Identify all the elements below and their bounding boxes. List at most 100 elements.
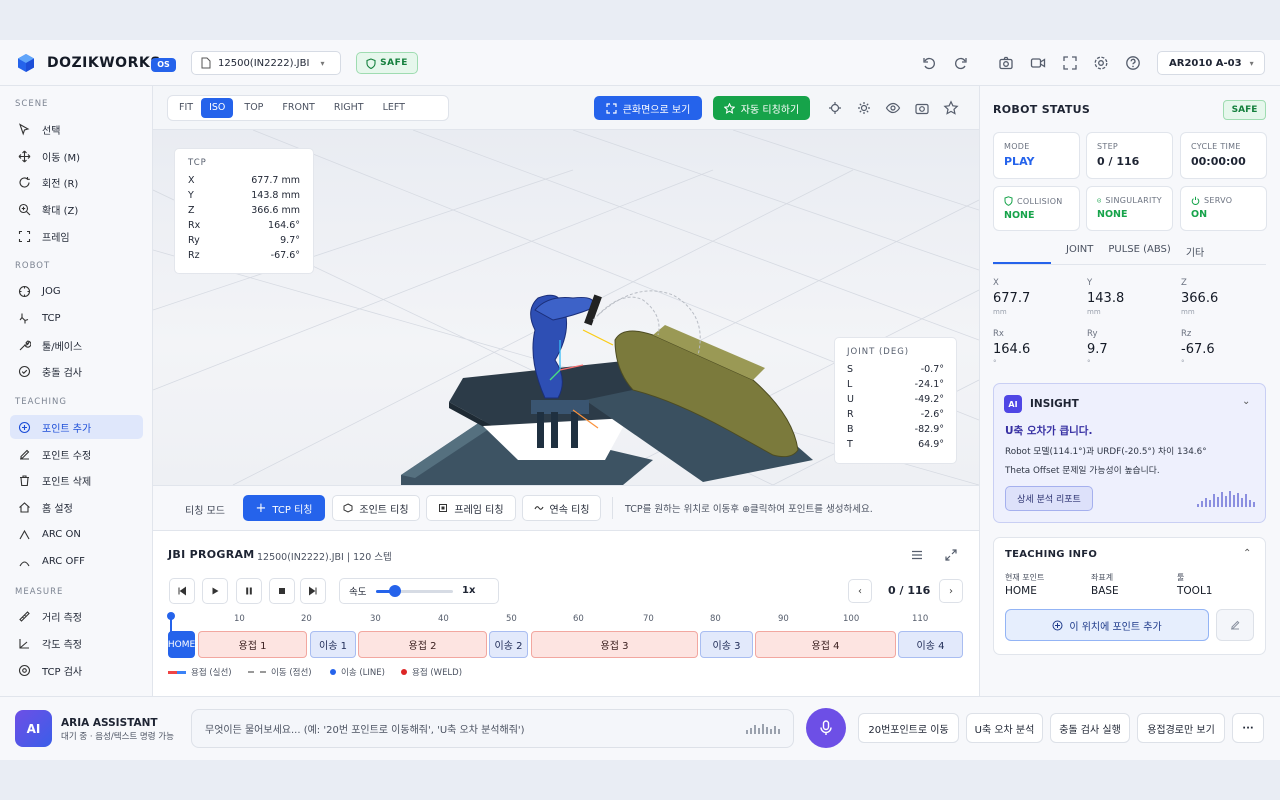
sidebar-item-select[interactable]: 선택 xyxy=(10,117,143,141)
sidebar-item-arc-off[interactable]: ARC OFF xyxy=(10,549,143,573)
pause-button[interactable] xyxy=(236,578,262,604)
prev-step-button[interactable]: ‹ xyxy=(848,579,872,603)
legend-label: 이송 (LINE) xyxy=(341,668,385,678)
sidebar-item-collision-check[interactable]: 충돌 검사 xyxy=(10,359,143,383)
tab-pulse-abs[interactable]: PULSE (ABS) xyxy=(1108,238,1170,264)
timeline-segment-weld-4[interactable]: 용접 4 xyxy=(755,631,896,658)
safety-status-text: SAFE xyxy=(380,58,408,68)
light-icon[interactable] xyxy=(856,100,872,116)
sidebar-item-tool-base[interactable]: 툴/베이스 xyxy=(10,333,143,357)
undo-icon[interactable] xyxy=(921,55,937,71)
timeline-segment-move-3[interactable]: 이송 3 xyxy=(700,631,753,658)
timeline-segment-home[interactable]: HOME xyxy=(168,631,195,658)
timeline-playhead-handle[interactable] xyxy=(167,612,175,620)
plus-icon: + xyxy=(255,500,267,516)
more-actions-button[interactable]: ··· xyxy=(1232,713,1264,743)
view-tab-fit[interactable]: FIT xyxy=(171,98,201,118)
continuous-teach-button[interactable]: 연속 티칭 xyxy=(522,495,601,521)
quick-action-move-to-point-20[interactable]: 20번포인트로 이동 xyxy=(858,713,959,743)
sidebar-item-home-setting[interactable]: 홈 설정 xyxy=(10,495,143,519)
video-icon[interactable] xyxy=(1030,55,1046,71)
sidebar-item-frame[interactable]: 프레임 xyxy=(10,224,143,248)
sidebar-item-label: 프레임 xyxy=(42,232,70,244)
timeline-segment-weld-2[interactable]: 용접 2 xyxy=(358,631,487,658)
next-step-button[interactable]: › xyxy=(939,579,963,603)
assistant-input[interactable]: 무엇이든 물어보세요... (예: '20번 포인트로 이동해줘', 'U축 오… xyxy=(191,709,794,748)
help-icon[interactable] xyxy=(1125,55,1141,71)
eye-icon[interactable] xyxy=(885,100,901,116)
quick-action-u-axis-analysis[interactable]: U축 오차 분석 xyxy=(966,713,1043,743)
sidebar-item-jog[interactable]: JOG xyxy=(10,279,143,303)
status-card-value: ON xyxy=(1191,209,1208,220)
sidebar-item-angle[interactable]: 각도 측정 xyxy=(10,631,143,655)
sidebar-item-delete-point[interactable]: 포인트 삭제 xyxy=(10,468,143,492)
auto-teach-button[interactable]: 자동 티칭하기 xyxy=(713,96,810,120)
expand-icon[interactable] xyxy=(944,548,958,562)
sidebar-item-edit-point[interactable]: 포인트 수정 xyxy=(10,442,143,466)
view-tab-top[interactable]: TOP xyxy=(236,98,271,118)
redo-icon[interactable] xyxy=(953,55,969,71)
detail-report-button[interactable]: 상세 분석 리포트 xyxy=(1005,486,1093,511)
view-tab-front[interactable]: FRONT xyxy=(274,98,322,118)
step-counter: 0 / 116 xyxy=(888,584,931,597)
teach-mode-label: 티칭 모드 xyxy=(185,506,225,517)
sidebar-item-distance[interactable]: 거리 측정 xyxy=(10,604,143,628)
quick-action-weld-path-only[interactable]: 용접경로만 보기 xyxy=(1137,713,1225,743)
play-button[interactable] xyxy=(202,578,228,604)
timeline-segment-weld-3[interactable]: 용접 3 xyxy=(531,631,698,658)
tcp-teach-button[interactable]: + TCP 티칭 xyxy=(243,495,325,521)
crosshair-icon[interactable] xyxy=(827,100,843,116)
skip-end-button[interactable] xyxy=(300,578,326,604)
play-icon xyxy=(212,587,219,595)
legend-label: 이동 (점선) xyxy=(271,668,312,678)
big-view-button[interactable]: 큰화면으로 보기 xyxy=(594,96,702,120)
file-selector[interactable]: 12500(IN2222).JBI ▾ xyxy=(191,51,341,75)
sidebar-item-rotate[interactable]: 회전 (R) xyxy=(10,170,143,194)
add-point-here-button[interactable]: 이 위치에 포인트 추가 xyxy=(1005,609,1209,641)
teach-hint: TCP를 원하는 위치로 이동후 ⊕클릭하여 포인트를 생성하세요. xyxy=(625,504,873,515)
coord-y: Y 143.8 mm xyxy=(1087,278,1125,316)
sidebar-item-tcp-check[interactable]: TCP 검사 xyxy=(10,658,143,682)
joint-row-l: L -24.1° xyxy=(847,379,944,390)
wrench-icon xyxy=(19,340,31,350)
quick-action-collision-check[interactable]: 충돌 검사 실행 xyxy=(1050,713,1130,743)
fullscreen-icon[interactable] xyxy=(1062,55,1078,71)
sidebar-item-arc-on[interactable]: ARC ON xyxy=(10,522,143,546)
field-label-tool: 툴 xyxy=(1177,573,1185,582)
view-tab-right[interactable]: RIGHT xyxy=(326,98,372,118)
chevron-down-icon[interactable]: ⌄ xyxy=(1242,396,1250,407)
sidebar-item-add-point[interactable]: 포인트 추가 xyxy=(10,415,143,439)
chevron-up-icon[interactable]: ⌃ xyxy=(1243,548,1251,559)
frame-teach-button[interactable]: 프레임 티칭 xyxy=(426,495,516,521)
target-icon xyxy=(18,664,31,676)
view-tab-iso[interactable]: ISO xyxy=(201,98,234,118)
sidebar-item-move[interactable]: 이동 (M) xyxy=(10,144,143,168)
joint-teach-button[interactable]: 조인트 티칭 xyxy=(332,495,420,521)
edit-point-button[interactable] xyxy=(1216,609,1254,641)
tab-other[interactable]: 기타 xyxy=(1186,238,1204,264)
settings-icon[interactable] xyxy=(1093,55,1109,71)
stop-button[interactable] xyxy=(269,578,295,604)
timeline-tick: 90 xyxy=(778,614,789,624)
view-tab-left[interactable]: LEFT xyxy=(375,98,413,118)
status-card-step: STEP 0 / 116 xyxy=(1086,132,1173,179)
menu-icon[interactable] xyxy=(910,548,924,562)
trash-icon xyxy=(20,474,29,486)
plus-circle-icon xyxy=(18,421,31,433)
microphone-button[interactable] xyxy=(806,708,846,748)
star-icon[interactable] xyxy=(943,100,959,116)
camera-icon[interactable] xyxy=(914,100,930,116)
sidebar-item-tcp[interactable]: TCP xyxy=(10,306,143,330)
timeline-tick: 70 xyxy=(643,614,654,624)
sidebar-item-zoom[interactable]: 확대 (Z) xyxy=(10,197,143,221)
timeline-segment-move-1[interactable]: 이송 1 xyxy=(310,631,356,658)
robot-selector[interactable]: AR2010 A-03 ▾ xyxy=(1157,51,1265,75)
tab-joint[interactable]: JOINT xyxy=(1066,238,1093,264)
skip-start-button[interactable] xyxy=(169,578,195,604)
timeline-segment-move-4[interactable]: 이송 4 xyxy=(898,631,963,658)
timeline-segment-weld-1[interactable]: 용접 1 xyxy=(198,631,307,658)
camera-icon[interactable] xyxy=(998,55,1014,71)
timeline-segment-move-2[interactable]: 이송 2 xyxy=(489,631,528,658)
legend-label: 용접 (WELD) xyxy=(412,668,463,678)
tab-cartesian[interactable] xyxy=(993,238,1051,264)
